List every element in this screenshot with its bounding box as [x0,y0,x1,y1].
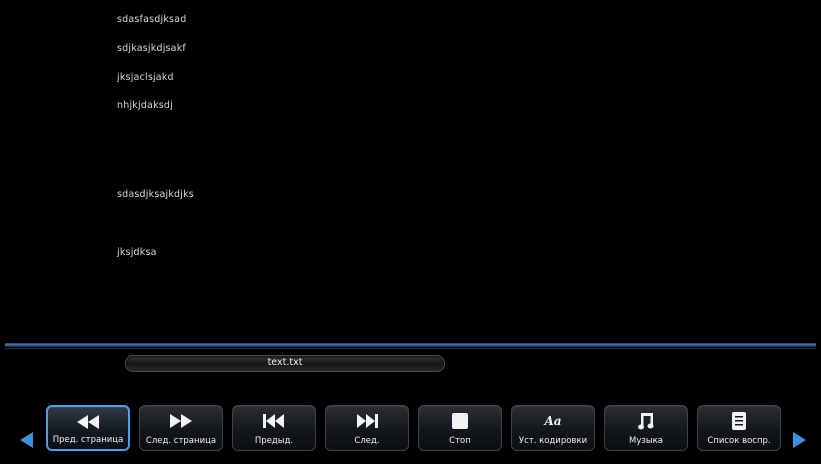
next-button[interactable]: След. [325,405,409,451]
text-line: sdjkasjkdjsakf [117,43,186,54]
text-content-area: sdasfasdjksad sdjkasjkdjsakf jksjaclsjak… [117,14,737,334]
encoding-label: Уст. кодировки [518,436,588,446]
next-label: След. [354,436,380,446]
text-line: jksjdksa [117,247,157,258]
stop-button[interactable]: Стоп [418,405,502,451]
stop-icon [419,412,501,430]
text-line: sdasdjksajkdjks [117,189,194,200]
scroll-right-arrow-icon[interactable] [793,432,806,448]
prev-page-button[interactable]: Пред. страница [46,405,130,451]
filename-bar: text.txt [125,355,445,372]
svg-text:Aa: Aa [543,414,561,428]
font-encoding-icon: Aa [512,412,594,430]
next-page-button[interactable]: След. страница [139,405,223,451]
music-label: Музыка [629,436,663,446]
divider-line [5,343,816,347]
music-button[interactable]: Музыка [604,405,688,451]
next-page-label: След. страница [145,436,217,446]
text-line: nhjkjdaksdj [117,100,173,111]
previous-label: Предыд. [254,436,294,446]
text-line: jksjaclsjakd [117,72,174,83]
previous-button[interactable]: Предыд. [232,405,316,451]
rewind-icon [48,413,128,431]
prev-page-label: Пред. страница [52,435,124,445]
encoding-button[interactable]: Aa Уст. кодировки [511,405,595,451]
skip-previous-icon [233,412,315,430]
playlist-icon [698,412,780,430]
skip-next-icon [326,412,408,430]
playlist-label: Список воспр. [707,436,771,446]
playlist-button[interactable]: Список воспр. [697,405,781,451]
music-note-icon [605,412,687,430]
stop-label: Стоп [449,436,471,446]
filename-label: text.txt [267,357,303,368]
text-line: sdasfasdjksad [117,14,187,25]
scroll-left-arrow-icon[interactable] [20,432,33,448]
fast-forward-icon [140,412,222,430]
divider-shadow [5,348,816,349]
control-toolbar: Пред. страница След. страница Предыд. Сл… [0,400,821,458]
